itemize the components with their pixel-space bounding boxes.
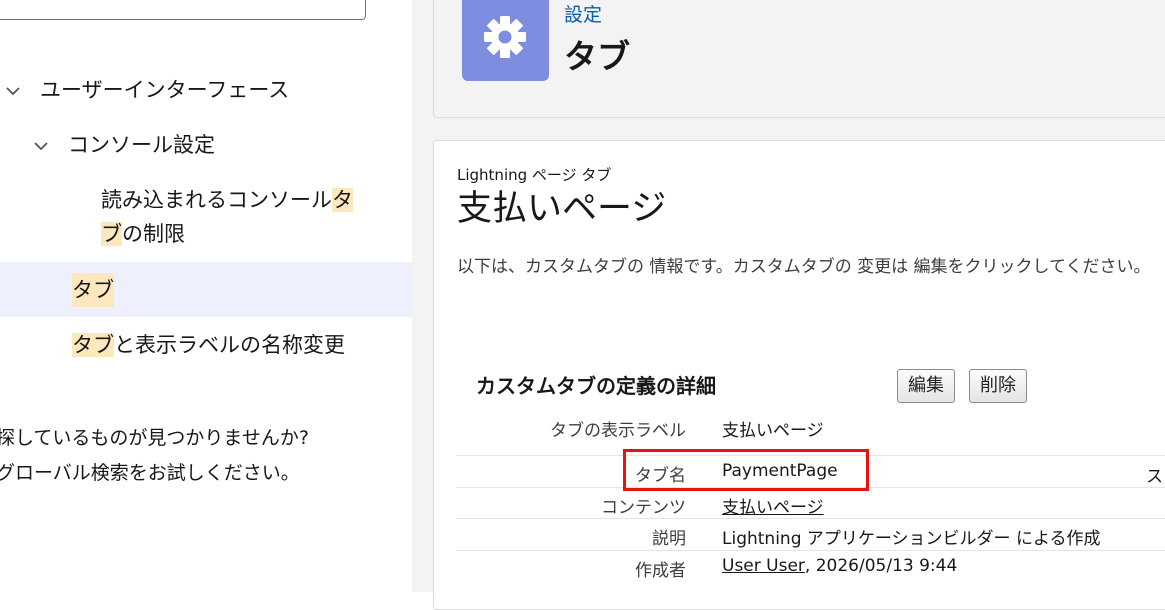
tree-item-label: コンソール設定 [68,133,215,157]
chevron-down-icon[interactable] [34,139,48,153]
tree-item-label: ユーザーインターフェース [40,78,290,102]
breadcrumb[interactable]: 設定 [564,0,602,27]
field-row-content: コンテンツ 支払いページ [456,487,1165,520]
section-title: カスタムタブの定義の詳細 [476,374,716,398]
field-value: Lightning アプリケーションビルダー による作成 [722,529,1101,549]
search-hint-line-1: 探しているものが見つかりませんか? [0,427,309,449]
search-icon [7,0,23,1]
field-row-created-by: 作成者 User User, 2026/05/13 9:44 [456,550,1165,583]
tree-item-label: タブ [72,273,114,307]
tree-item-console-tab-limit[interactable]: 読み込まれるコンソールタ ブの制限 [0,183,412,253]
field-row-description: 説明 Lightning アプリケーションビルダー による作成 [456,518,1165,551]
field-label: 作成者 [635,561,686,581]
page-description: 以下は、カスタムタブの 情報です。カスタムタブの 変更は 編集をクリックしてくだ… [457,257,1151,277]
field-label: コンテンツ [601,498,686,518]
setup-sidebar: タブ ユーザーインターフェース コンソール設定 読み込まれるコンソールタブの制限… [0,0,412,592]
quick-find-value: タブ [31,0,63,3]
field-value: 支払いページ [722,421,824,441]
record-title: 支払いページ [457,189,667,229]
annotation-highlight-box [623,449,869,491]
search-hint-line-2: グローバル検索をお試しください。 [0,462,300,484]
field-row-tab-label: タブの表示ラベル 支払いページ [456,411,1165,443]
created-date: , 2026/05/13 9:44 [804,556,958,576]
page-title: タブ [564,37,630,76]
delete-button[interactable]: 削除 [969,369,1027,403]
gear-icon [484,16,526,58]
field-value: User User, 2026/05/13 9:44 [722,556,957,576]
header-icon-tile [462,0,549,81]
quick-find-input[interactable]: タブ [0,0,366,20]
tree-item-label: タブと表示ラベルの名称変更 [72,333,345,357]
tree-item-tabs[interactable]: タブ [0,262,412,317]
chevron-down-icon[interactable] [6,84,20,98]
field-label: タブの表示ラベル [550,421,686,441]
clipped-field-label: ス [1146,467,1163,487]
created-by-user-link[interactable]: User User [722,556,805,576]
content-link[interactable]: 支払いページ [722,493,824,518]
edit-button[interactable]: 編集 [897,369,955,403]
field-label: 説明 [652,529,686,549]
tree-item-label: 読み込まれるコンソールタ ブの制限 [101,188,353,246]
